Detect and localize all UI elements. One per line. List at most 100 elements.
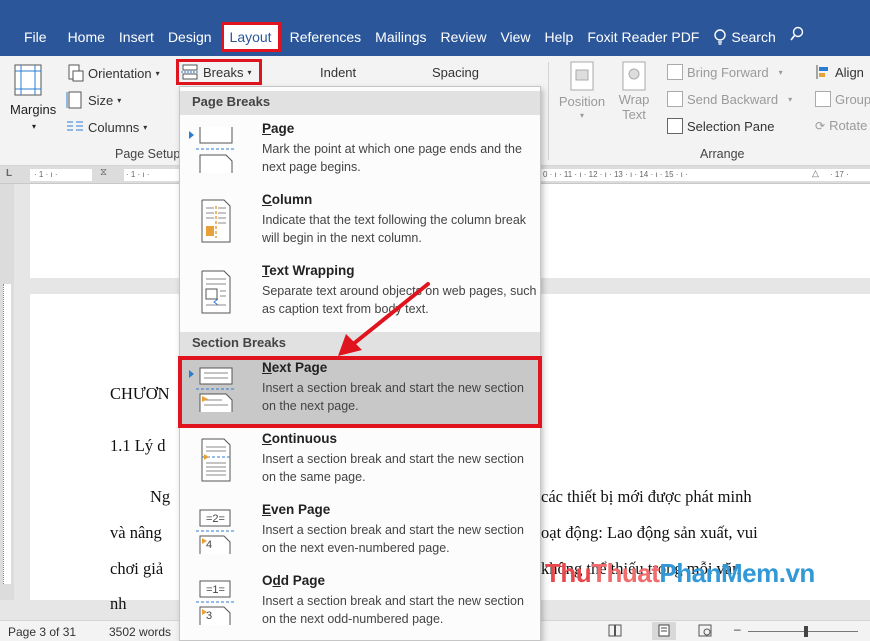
svg-text:=1=: =1=: [206, 584, 225, 596]
svg-text:3: 3: [206, 610, 212, 622]
search-icon[interactable]: [783, 24, 811, 50]
watermark-logo: ThuThuatPhanMem.vn: [545, 558, 815, 589]
lightbulb-icon: [714, 29, 727, 45]
web-layout-icon[interactable]: [698, 624, 712, 640]
chevron-down-icon: ▾: [155, 68, 160, 78]
menu-item-next-page[interactable]: Next Page Insert a section break and sta…: [178, 356, 542, 428]
tab-view[interactable]: View: [493, 24, 537, 50]
watermark-part-4: .vn: [778, 558, 816, 588]
margins-icon: [14, 64, 42, 96]
tab-review[interactable]: Review: [434, 24, 494, 50]
menu-item-column[interactable]: Column Indicate that the text following …: [180, 190, 540, 258]
columns-label: Columns: [88, 119, 140, 135]
word-count[interactable]: 3502 words: [109, 625, 171, 639]
menu-item-text-wrapping[interactable]: Text Wrapping Separate text around objec…: [180, 261, 540, 329]
zoom-slider-thumb[interactable]: [804, 626, 808, 637]
search-label: Search: [731, 29, 776, 45]
menu-item-odd-page[interactable]: =1= 3 Odd Page Insert a section break an…: [180, 571, 540, 639]
columns-icon: [67, 121, 83, 131]
group-button[interactable]: Group: [815, 91, 870, 107]
menu-item-description: Indicate that the text following the col…: [262, 213, 527, 245]
tab-layout[interactable]: Layout: [220, 22, 281, 52]
doc-line-4-left: nh: [110, 594, 127, 613]
margins-button[interactable]: Margins ▾: [6, 62, 56, 138]
doc-chapter-title: CHƯƠN: [110, 384, 170, 403]
zoom-out-icon[interactable]: –: [734, 622, 741, 636]
print-layout-icon[interactable]: [652, 622, 676, 640]
ruler-ticks-end: · 17 ·: [830, 170, 849, 179]
tab-foxit[interactable]: Foxit Reader PDF: [580, 24, 706, 50]
title-bar: File Home Insert Design Layout Reference…: [0, 0, 870, 56]
orientation-label: Orientation: [88, 65, 152, 81]
tab-references[interactable]: References: [283, 24, 369, 50]
vertical-ruler[interactable]: [0, 184, 14, 600]
menu-item-description: Insert a section break and start the new…: [262, 594, 524, 626]
position-label: Position: [558, 94, 606, 109]
page-break-icon: [196, 127, 236, 173]
align-button[interactable]: Align: [815, 64, 864, 80]
tab-design[interactable]: Design: [161, 24, 219, 50]
align-icon: [816, 65, 828, 79]
tell-me-search[interactable]: Search: [706, 24, 782, 50]
zoom-slider-track[interactable]: [748, 631, 858, 632]
menu-item-title: Odd Page: [262, 573, 326, 588]
send-backward-label: Send Backward: [687, 91, 779, 107]
doc-line-1-right: các thiết bị mới được phát minh: [541, 487, 752, 506]
tab-mailings[interactable]: Mailings: [368, 24, 433, 50]
doc-line-1-left: Ng: [150, 487, 171, 506]
wrap-text-button[interactable]: Wrap Text: [614, 60, 654, 122]
svg-text:4: 4: [206, 539, 212, 551]
send-backward-button[interactable]: Send Backward ▾: [667, 91, 792, 107]
rotate-label: Rotate: [829, 118, 868, 133]
indent-marker-icon[interactable]: ⧖: [100, 167, 107, 178]
vertical-ruler-margin: [3, 284, 11, 584]
tab-file[interactable]: File: [0, 24, 61, 50]
selection-pane-button[interactable]: Selection Pane: [667, 118, 774, 134]
page-count[interactable]: Page 3 of 31: [8, 625, 76, 639]
doc-line-3-left: chơi giả: [110, 559, 164, 578]
caret-icon: [189, 370, 194, 378]
wrap-label: Wrap: [618, 92, 650, 107]
doc-line-2-right: oạt động: Lao động sản xuất, vui: [541, 523, 758, 542]
chevron-down-icon: ▾: [778, 67, 783, 77]
selection-pane-label: Selection Pane: [687, 118, 775, 134]
watermark-part-2: Thuat: [591, 558, 660, 588]
breaks-button[interactable]: Breaks ▾: [176, 59, 262, 85]
svg-text:=2=: =2=: [206, 513, 225, 525]
size-label: Size: [88, 92, 114, 108]
caret-icon: [189, 131, 194, 139]
menu-item-even-page[interactable]: =2= 4 Even Page Insert a section break a…: [180, 500, 540, 568]
position-button[interactable]: Position ▾: [556, 60, 608, 120]
chevron-down-icon: ▾: [579, 111, 584, 120]
read-mode-icon[interactable]: [608, 624, 622, 640]
tab-selector[interactable]: L: [6, 168, 12, 179]
menu-item-continuous[interactable]: Continuous Insert a section break and st…: [180, 429, 540, 497]
page-setup-group-label: Page Setup: [115, 147, 181, 161]
watermark-part-3: PhanMem: [659, 558, 779, 588]
doc-section-heading: 1.1 Lý d: [110, 436, 166, 455]
position-icon: [570, 61, 594, 91]
tab-help[interactable]: Help: [538, 24, 581, 50]
send-backward-icon: [667, 91, 683, 107]
menu-item-description: Separate text around objects on web page…: [262, 284, 537, 316]
orientation-button[interactable]: Orientation ▾: [66, 64, 160, 82]
menu-item-description: Insert a section break and start the new…: [262, 381, 524, 413]
menu-item-title: Even Page: [262, 502, 331, 517]
menu-item-title: Text Wrapping: [262, 263, 355, 278]
text-label: Text: [622, 107, 646, 122]
columns-button[interactable]: Columns ▾: [66, 118, 147, 136]
bring-forward-button[interactable]: Bring Forward ▾: [667, 64, 783, 80]
menu-item-page[interactable]: Page Mark the point at which one page en…: [180, 119, 540, 187]
tab-insert[interactable]: Insert: [112, 24, 161, 50]
menu-item-description: Mark the point at which one page ends an…: [262, 142, 522, 174]
rotate-button[interactable]: ⟳ Rotate: [815, 118, 867, 133]
chevron-down-icon: ▾: [32, 122, 37, 131]
chevron-down-icon: ▾: [788, 94, 793, 104]
odd-page-break-icon: =1= 3: [196, 580, 236, 625]
even-page-break-icon: =2= 4: [196, 509, 236, 554]
tab-home[interactable]: Home: [61, 24, 112, 50]
right-indent-marker-icon[interactable]: △: [812, 168, 819, 179]
arrange-group-label: Arrange: [700, 147, 745, 161]
chevron-down-icon: ▾: [117, 95, 122, 105]
size-button[interactable]: Size ▾: [66, 91, 121, 109]
